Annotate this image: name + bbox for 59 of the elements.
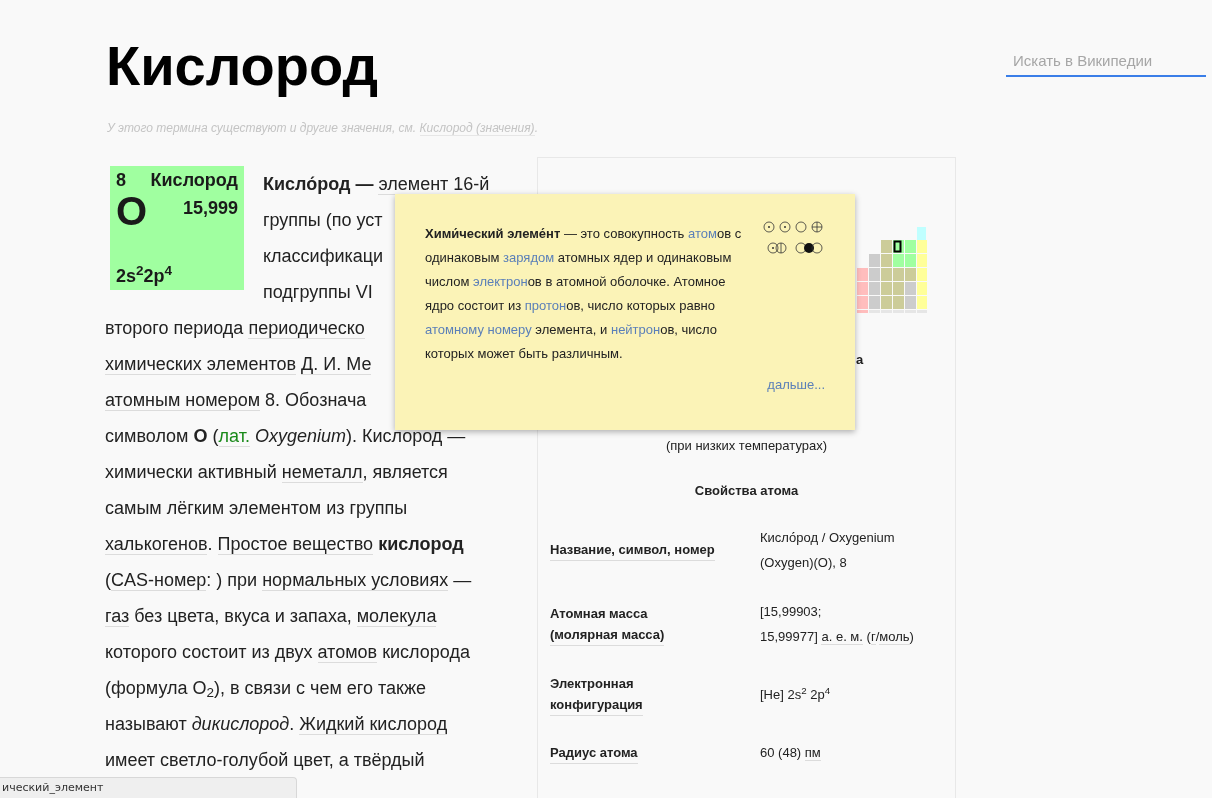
tooltip-link[interactable]: атомному номеру: [425, 322, 532, 337]
language-link[interactable]: лат.: [218, 426, 250, 447]
tooltip-link[interactable]: нейтрон: [610, 322, 661, 337]
article-link[interactable]: CAS-номер: [111, 570, 207, 591]
article-link[interactable]: а. е. м.: [821, 629, 863, 645]
article-link[interactable]: Д. И. Ме: [301, 354, 372, 375]
property-label[interactable]: Название, символ, номер: [550, 539, 715, 561]
infobox-caption: (при низких температурах): [664, 437, 829, 455]
article-link[interactable]: моль: [879, 629, 910, 645]
article-text: второго периода периодическо: [105, 317, 365, 341]
article-text: газ без цвета, вкуса и запаха, молекула: [105, 605, 437, 629]
tooltip-link[interactable]: электрон: [473, 274, 528, 289]
tooltip-link[interactable]: протон: [524, 298, 567, 313]
property-label[interactable]: Электронная конфигурация: [550, 673, 643, 716]
article-text: (CAS-номер: ) при нормальных условиях —: [105, 569, 472, 593]
property-label[interactable]: Атомная масса (молярная масса): [550, 602, 665, 646]
article-link[interactable]: нормальных условиях: [262, 570, 449, 591]
element-name: Кислород: [150, 171, 238, 189]
article-text: которого состоит из двух атомов кислорода: [105, 641, 470, 665]
article-text: группы (по уст: [263, 209, 383, 232]
tooltip-link[interactable]: атом: [688, 226, 717, 241]
element-symbol: O: [116, 191, 148, 231]
article-text: атомным номером 8. Обознача: [105, 389, 367, 413]
infobox-heading: а: [856, 351, 864, 369]
property-value: [15,99903; 15,99977] а. е. м. (г/моль): [760, 603, 914, 647]
property-value: Кисло́род / Oxygenium (Oxygen)(O), 8: [760, 529, 895, 572]
tooltip-text: Хими́ческий элеме́нт — это совокупность атомов с одинаковым зарядом атомных ядер и одинаковым числом электронов в атомной оболочке. Атомное ядро состоит из протонов, число которых равно атомному номеру элемента, и нейтронов, число которых может быть различным.: [425, 225, 743, 363]
more-link[interactable]: дальше...: [767, 372, 825, 397]
article-link[interactable]: Простое вещество: [217, 534, 374, 555]
property-value: 60 (48) пм: [760, 744, 821, 763]
article-link[interactable]: атомов: [317, 642, 378, 663]
article-text: символом O (лат. Oxygenium). Кислород —: [105, 425, 466, 449]
article-link[interactable]: Жидкий кислород: [299, 714, 448, 735]
status-bar: ический_элемент: [0, 777, 297, 798]
property-label[interactable]: Радиус атома: [550, 741, 638, 764]
atomic-mass: 15,999: [182, 199, 238, 217]
article-text: называют дикислород. Жидкий кислород: [105, 713, 448, 737]
article-link[interactable]: газ: [105, 606, 130, 627]
atomic-number: 8: [116, 171, 126, 189]
article-link[interactable]: г: [870, 629, 876, 645]
article-link[interactable]: халькогенов: [105, 534, 208, 555]
article-text: (формула O$_{2}$), в связи с чем его также: [105, 677, 426, 703]
article-text: подгруппы VI: [263, 281, 373, 304]
section-heading: Свойства атома: [693, 482, 800, 500]
article-link[interactable]: молекула: [356, 606, 437, 627]
article-text: самым лёгким элементом из группы: [105, 497, 408, 520]
article-link[interactable]: пм: [804, 745, 821, 761]
article-link[interactable]: периодическо: [248, 318, 365, 339]
article-text: имеет светло-голубой цвет, а твёрдый: [105, 749, 425, 772]
article-text: халькогенов. Простое вещество кислород: [105, 533, 464, 557]
electron-configuration: 2s$^{2}$2p$^{4}$: [116, 267, 174, 285]
article-link[interactable]: неметалл: [281, 462, 363, 483]
tooltip-link[interactable]: зарядом: [503, 250, 555, 265]
article-link[interactable]: химических элементов: [105, 354, 297, 375]
article-text: классификаци: [263, 245, 384, 268]
article-link[interactable]: атомным номером: [105, 390, 261, 411]
search-field[interactable]: Искать в Википедии: [1006, 45, 1206, 77]
property-value: [He] 2s$^{2}$ 2p$^{4}$: [760, 684, 831, 704]
article-text: химически активный неметалл, является: [105, 461, 448, 485]
